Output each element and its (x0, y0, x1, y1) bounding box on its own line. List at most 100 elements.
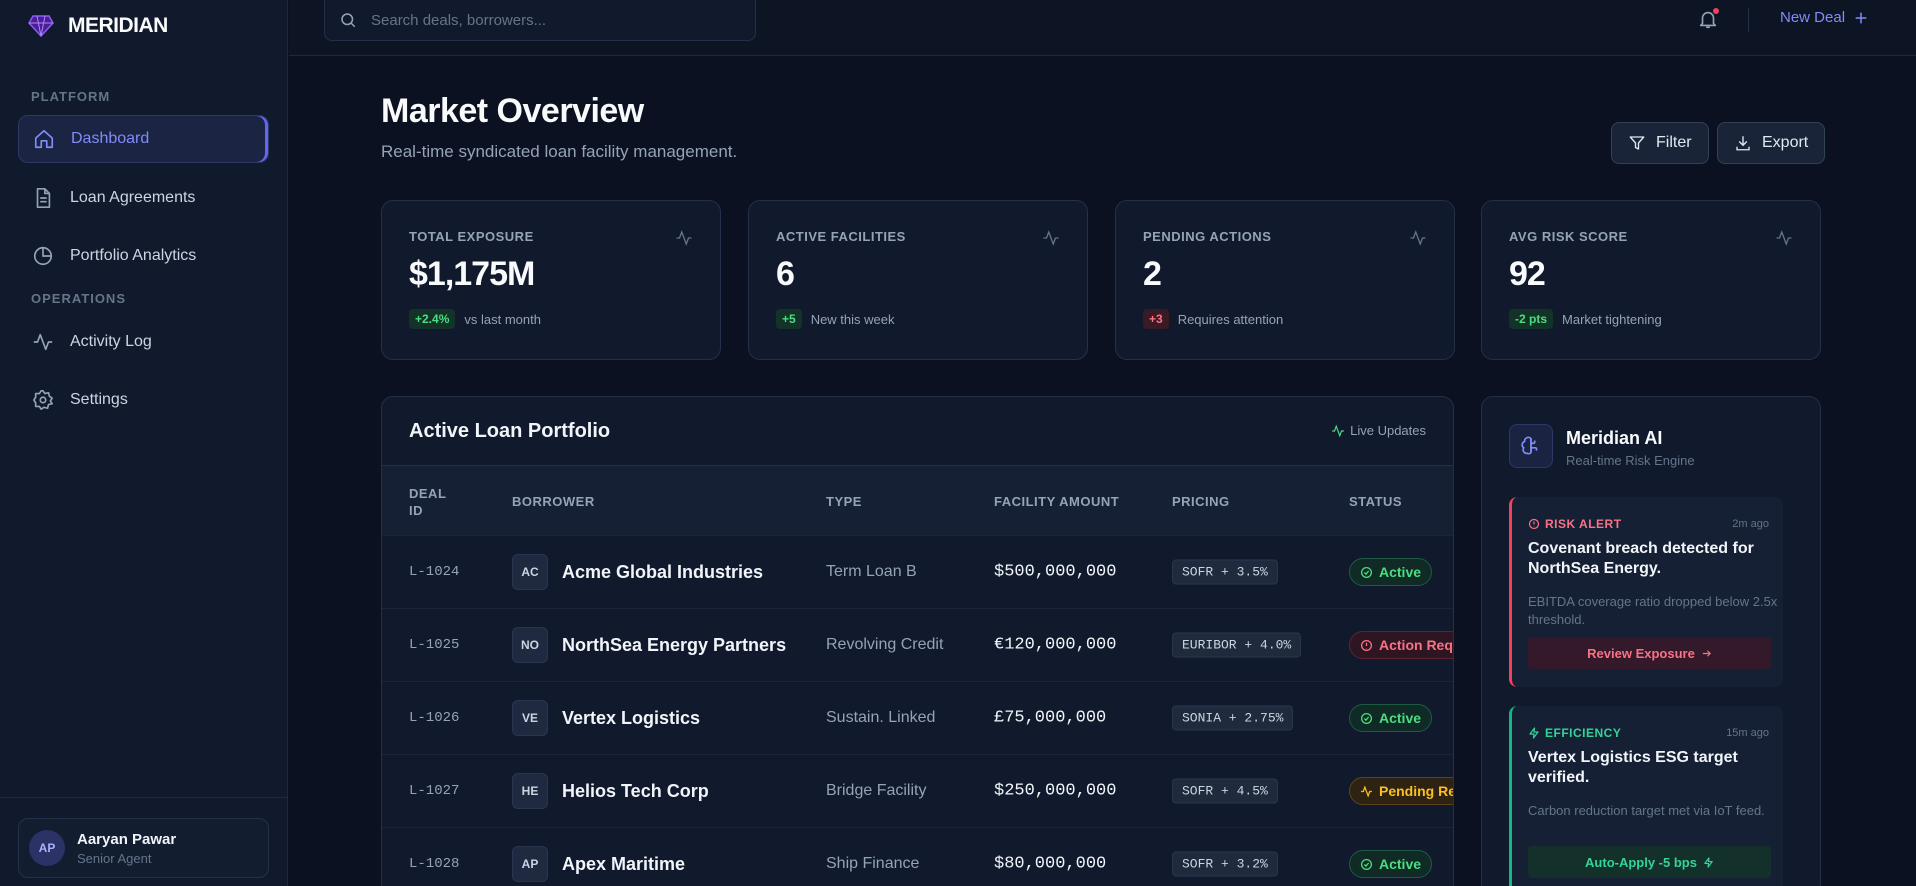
new-deal-button[interactable]: New Deal (1780, 9, 1869, 26)
status-label: Action Required (1379, 637, 1453, 653)
activity-icon (1410, 230, 1426, 246)
search-input[interactable] (371, 11, 731, 29)
document-icon (36, 188, 51, 208)
stat-delta: +5 (776, 309, 802, 329)
portfolio-title: Active Loan Portfolio (409, 420, 611, 442)
loan-type: Term Loan B (826, 563, 917, 580)
borrower-name[interactable]: Apex Maritime (562, 854, 685, 875)
pricing-badge: EURIBOR + 4.0% (1172, 632, 1302, 658)
sidebar: MERIDIAN PLATFORM Dashboard Loan Agreeme… (0, 0, 288, 886)
loan-type: Bridge Facility (826, 782, 927, 799)
section-label-platform: PLATFORM (31, 89, 111, 104)
stat-label: PENDING ACTIONS (1143, 229, 1272, 244)
avatar: AP (29, 830, 65, 866)
notifications-button[interactable] (1697, 8, 1719, 30)
column-header-deal[interactable]: DEAL (409, 486, 446, 501)
stat-value: 6 (776, 255, 795, 293)
filter-button[interactable]: Filter (1611, 122, 1709, 164)
borrower-initials: NO (512, 627, 548, 663)
user-role: Senior Agent (77, 850, 152, 866)
sidebar-item-label: Portfolio Analytics (70, 247, 197, 264)
activity-icon (1361, 784, 1372, 798)
section-label-operations: OPERATIONS (31, 291, 126, 306)
arrow-right-icon (1702, 649, 1711, 657)
pricing-badge: SOFR + 3.5% (1172, 559, 1278, 585)
topbar-divider (1748, 8, 1749, 32)
status-label: Active (1379, 856, 1422, 872)
user-card[interactable]: AP Aaryan Pawar Senior Agent (18, 818, 269, 878)
facility-amount: $500,000,000 (994, 562, 1117, 582)
deal-id: L-1028 (409, 856, 460, 872)
topbar: New Deal (289, 0, 1916, 56)
loan-type: Revolving Credit (826, 636, 944, 653)
insight-tag-label: EFFICIENCY (1545, 726, 1622, 740)
stat-delta: +2.4% (409, 309, 456, 329)
loan-type: Ship Finance (826, 855, 920, 872)
insight-body: EBITDA coverage ratio dropped below 2.5x… (1528, 594, 1778, 628)
pricing-badge: SONIA + 2.75% (1172, 705, 1294, 731)
check-circle-icon (1360, 566, 1373, 578)
borrower-initials: AC (512, 554, 548, 590)
borrower-name[interactable]: Vertex Logistics (562, 708, 700, 729)
table-row[interactable]: L-1025 NO NorthSea Energy Partners Revol… (382, 608, 1453, 681)
sidebar-item-label: Loan Agreements (70, 189, 196, 206)
search-box[interactable] (324, 0, 756, 41)
stat-card-avg-risk-score: AVG RISK SCORE 92 -2 pts Market tighteni… (1481, 200, 1821, 360)
table-row[interactable]: L-1024 AC Acme Global Industries Term Lo… (382, 535, 1453, 608)
activity-icon (676, 230, 692, 246)
insight-time: 15m ago (1726, 727, 1769, 739)
stat-note: vs last month (464, 311, 541, 327)
column-header-amount[interactable]: FACILITY AMOUNT (994, 494, 1119, 509)
sidebar-item-loan-agreements[interactable]: Loan Agreements (18, 174, 269, 222)
table-row[interactable]: L-1026 VE Vertex Logistics Sustain. Link… (382, 681, 1453, 754)
borrower-name[interactable]: Helios Tech Corp (562, 781, 709, 802)
table-row[interactable]: L-1027 HE Helios Tech Corp Bridge Facili… (382, 754, 1453, 827)
deal-id: L-1027 (409, 783, 460, 799)
borrower-initials: AP (512, 846, 548, 882)
new-deal-label: New Deal (1780, 9, 1846, 26)
activity-icon (1043, 230, 1059, 246)
borrower-cell: AP Apex Maritime (512, 846, 685, 882)
stat-note: New this week (810, 311, 895, 327)
review-exposure-button[interactable]: Review Exposure (1528, 637, 1771, 669)
ai-subtitle: Real-time Risk Engine (1566, 453, 1695, 468)
column-header-type[interactable]: TYPE (826, 494, 862, 509)
insight-card-risk: RISK ALERT 2m ago Covenant breach detect… (1509, 497, 1783, 687)
status-label: Active (1379, 710, 1422, 726)
auto-apply-button[interactable]: Auto-Apply -5 bps (1528, 846, 1771, 878)
table-header: DEAL ID BORROWER TYPE FACILITY AMOUNT PR… (382, 465, 1453, 535)
export-label: Export (1762, 134, 1809, 151)
activity-icon (1776, 230, 1792, 246)
table-row[interactable]: L-1028 AP Apex Maritime Ship Finance $80… (382, 827, 1453, 886)
column-header-borrower[interactable]: BORROWER (512, 494, 595, 509)
brand[interactable]: MERIDIAN (28, 14, 168, 38)
stat-note: Market tightening (1562, 311, 1662, 327)
search-icon (341, 13, 356, 28)
status-label: Active (1379, 564, 1422, 580)
home-icon (34, 129, 54, 149)
pie-chart-icon (33, 246, 53, 266)
alert-circle-icon (1528, 518, 1540, 530)
column-header-status[interactable]: STATUS (1349, 494, 1402, 509)
stat-note: Requires attention (1177, 311, 1284, 327)
borrower-initials: VE (512, 700, 548, 736)
sidebar-item-activity-log[interactable]: Activity Log (18, 318, 269, 366)
stat-card-total-exposure: TOTAL EXPOSURE $1,175M +2.4% vs last mon… (381, 200, 721, 360)
sidebar-item-settings[interactable]: Settings (18, 376, 269, 424)
user-name: Aaryan Pawar (77, 830, 177, 848)
borrower-initials: HE (512, 773, 548, 809)
sidebar-item-dashboard[interactable]: Dashboard (18, 115, 269, 163)
stat-delta: +3 (1143, 309, 1169, 329)
column-header-id[interactable]: ID (409, 503, 423, 518)
gear-icon (33, 390, 53, 410)
export-button[interactable]: Export (1717, 122, 1826, 164)
pricing-badge: SOFR + 4.5% (1172, 778, 1278, 804)
borrower-name[interactable]: NorthSea Energy Partners (562, 635, 786, 656)
borrower-cell: HE Helios Tech Corp (512, 773, 709, 809)
facility-amount: $250,000,000 (994, 781, 1117, 801)
borrower-name[interactable]: Acme Global Industries (562, 562, 763, 583)
live-updates-label: Live Updates (1350, 423, 1426, 438)
sidebar-item-portfolio-analytics[interactable]: Portfolio Analytics (18, 232, 269, 280)
download-icon (1736, 136, 1750, 151)
column-header-pricing[interactable]: PRICING (1172, 494, 1230, 509)
